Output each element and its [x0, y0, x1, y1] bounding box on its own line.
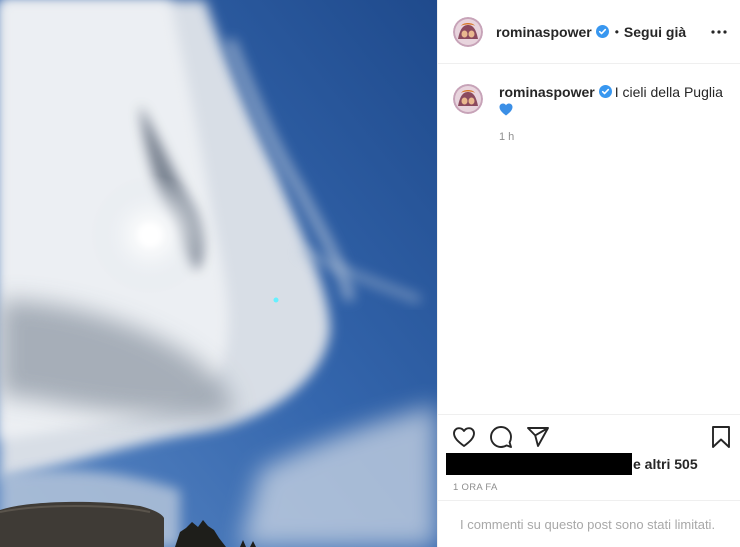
paper-plane-icon[interactable]	[526, 425, 552, 451]
blue-heart-emoji-icon	[499, 103, 513, 116]
caption-username[interactable]: rominaspower	[499, 84, 595, 100]
header-username[interactable]: rominaspower	[496, 24, 592, 40]
post-photo[interactable]	[0, 0, 437, 547]
caption-text: I cieli della Puglia	[614, 84, 723, 100]
redacted-likers	[446, 453, 632, 475]
comments-limited-notice: I commenti su questo post sono stati lim…	[460, 517, 716, 532]
divider	[438, 500, 740, 501]
verified-badge-icon	[598, 85, 612, 98]
action-bar	[452, 425, 732, 451]
sky-photo	[0, 0, 437, 547]
posted-time[interactable]: 1 ORA FA	[453, 482, 498, 493]
caption: rominaspower I cieli della Puglia	[453, 84, 733, 118]
caption-body: rominaspower I cieli della Puglia	[499, 84, 723, 118]
likes-summary: e altri 505	[446, 453, 698, 475]
following-button[interactable]: Segui già	[624, 24, 686, 40]
heart-icon[interactable]	[452, 425, 478, 451]
post-side-panel: rominaspower • Segui già rominaspower I c…	[437, 0, 740, 547]
comment-icon[interactable]	[489, 425, 515, 451]
verified-badge-icon	[595, 25, 609, 38]
header-separator: •	[614, 24, 619, 39]
divider	[438, 414, 740, 415]
caption-time: 1 h	[499, 131, 515, 143]
bookmark-icon[interactable]	[709, 425, 735, 451]
post-header: rominaspower • Segui già	[438, 0, 740, 64]
avatar[interactable]	[453, 16, 483, 47]
likes-count[interactable]: e altri 505	[633, 456, 698, 472]
avatar[interactable]	[453, 84, 483, 114]
more-options-icon[interactable]	[709, 22, 729, 42]
